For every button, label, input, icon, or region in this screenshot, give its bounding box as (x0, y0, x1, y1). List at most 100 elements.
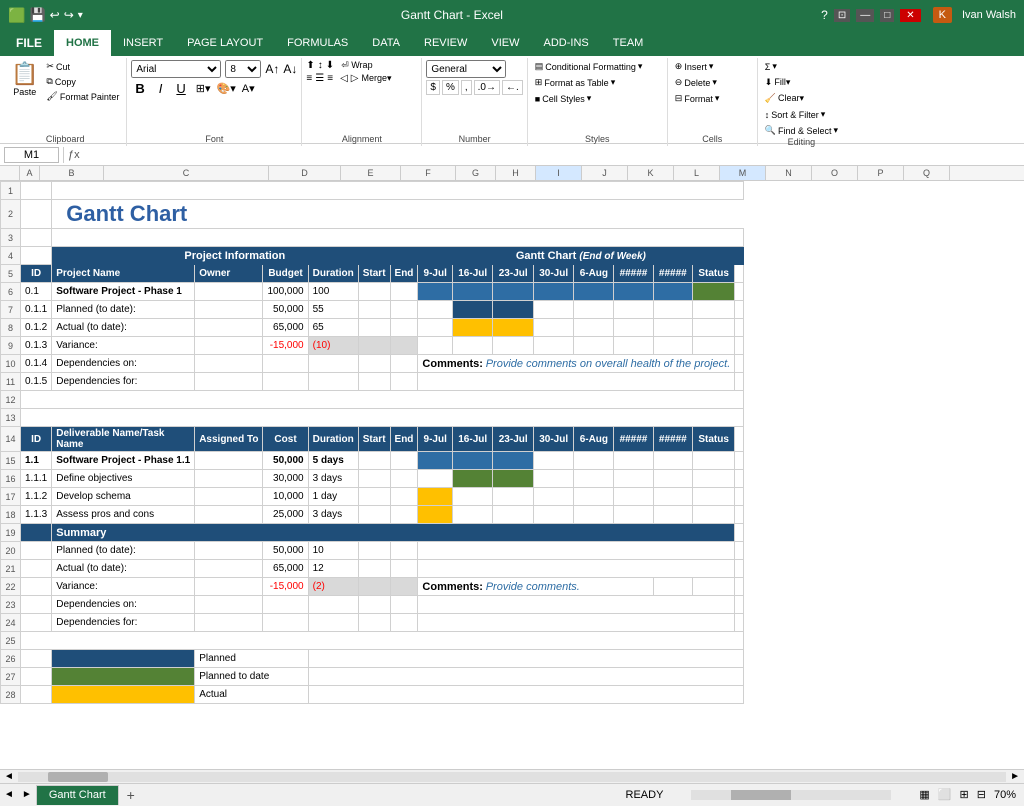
cell[interactable] (308, 650, 744, 668)
align-left-button[interactable]: ≡ (306, 73, 312, 84)
cell[interactable] (692, 319, 734, 337)
help-icon[interactable]: ? (821, 8, 828, 22)
delete-button[interactable]: ⊖ Delete ▾ (672, 76, 720, 89)
cell-duration[interactable] (308, 373, 358, 391)
cell-assigned[interactable] (195, 596, 263, 614)
cell[interactable] (735, 301, 744, 319)
cell[interactable] (52, 182, 744, 200)
tab-review[interactable]: REVIEW (412, 30, 479, 56)
name-box[interactable] (4, 147, 59, 163)
cell-end[interactable] (390, 301, 418, 319)
cell-cost[interactable]: -15,000 (263, 578, 308, 596)
cell[interactable] (21, 560, 52, 578)
cell[interactable] (52, 229, 744, 247)
cell[interactable] (653, 578, 692, 596)
cell[interactable] (418, 614, 735, 632)
cell-end[interactable] (390, 373, 418, 391)
increase-font-icon[interactable]: A↑ (265, 62, 279, 76)
cell-end[interactable] (390, 506, 418, 524)
cell-name[interactable]: Planned (to date): (52, 542, 195, 560)
redo-icon[interactable]: ↪ (64, 8, 74, 22)
cell[interactable] (735, 596, 744, 614)
cell[interactable] (21, 650, 52, 668)
cell[interactable] (418, 542, 735, 560)
cell-duration[interactable]: 12 (308, 560, 358, 578)
cell[interactable] (358, 542, 390, 560)
cell-cost[interactable]: 25,000 (263, 506, 308, 524)
cell[interactable] (735, 265, 744, 283)
cell-end[interactable] (390, 470, 418, 488)
scroll-sheets-right[interactable]: ► (18, 789, 36, 800)
cell-styles-button[interactable]: ■ Cell Styles ▾ (532, 92, 594, 105)
cell[interactable] (21, 578, 52, 596)
cell[interactable] (21, 596, 52, 614)
cell[interactable] (390, 560, 418, 578)
format-as-table-button[interactable]: ⊞ Format as Table ▾ (532, 76, 618, 89)
cell[interactable] (390, 596, 418, 614)
scroll-right-icon[interactable]: ► (1006, 771, 1024, 782)
percent-button[interactable]: % (442, 80, 459, 95)
cell-duration[interactable]: 3 days (308, 506, 358, 524)
scroll-left-icon[interactable]: ◄ (0, 771, 18, 782)
cell[interactable] (21, 247, 52, 265)
cell[interactable] (692, 578, 734, 596)
cell-duration[interactable] (308, 596, 358, 614)
cell-duration[interactable]: (2) (308, 578, 358, 596)
scroll-sheets-left[interactable]: ◄ (0, 789, 18, 800)
cell-start[interactable] (358, 301, 390, 319)
cell[interactable] (692, 470, 734, 488)
cell-name[interactable]: Dependencies for: (52, 373, 195, 391)
cell-id[interactable]: 1.1 (21, 452, 52, 470)
view-layout-icon[interactable]: ⊞ (960, 788, 969, 801)
hscroll[interactable] (691, 790, 891, 800)
cell-start[interactable] (358, 373, 390, 391)
cell-end[interactable] (390, 488, 418, 506)
cell-start[interactable] (358, 283, 390, 301)
cell-cost[interactable]: 30,000 (263, 470, 308, 488)
wrap-text-button[interactable]: ⏎ Wrap (341, 60, 372, 71)
cell-owner[interactable] (195, 319, 263, 337)
cell[interactable] (735, 452, 744, 470)
cell[interactable] (735, 506, 744, 524)
autosum-button[interactable]: Σ ▾ (762, 60, 780, 73)
close-icon[interactable]: ✕ (900, 9, 920, 22)
formula-input[interactable] (84, 149, 1020, 161)
cell-duration[interactable]: 55 (308, 301, 358, 319)
cell-start[interactable] (358, 337, 390, 355)
cell-start[interactable] (358, 488, 390, 506)
cell-assigned[interactable] (195, 578, 263, 596)
cell[interactable] (735, 319, 744, 337)
cell-owner[interactable] (195, 373, 263, 391)
cell-end[interactable] (390, 337, 418, 355)
cell[interactable] (390, 542, 418, 560)
maximize-icon[interactable]: □ (880, 9, 894, 22)
fill-color-button[interactable]: 🎨▾ (217, 82, 236, 95)
cell[interactable] (735, 337, 744, 355)
cell[interactable] (390, 614, 418, 632)
cell-owner[interactable] (195, 355, 263, 373)
view-normal-icon[interactable]: ⬜ (938, 788, 952, 801)
sheet-area[interactable]: A B C D E F G H I J K L M N O P Q 1 (0, 166, 1024, 769)
cell-cost[interactable] (263, 614, 308, 632)
cell-end[interactable] (390, 319, 418, 337)
cell-duration[interactable]: 65 (308, 319, 358, 337)
cell-id[interactable]: 0.1.5 (21, 373, 52, 391)
cell-cost[interactable] (263, 596, 308, 614)
cell[interactable] (358, 560, 390, 578)
decimal-increase-button[interactable]: .0→ (474, 80, 500, 95)
fill-button[interactable]: ⬇ Fill▾ (762, 76, 794, 89)
cell-end[interactable] (390, 355, 418, 373)
cell-assigned[interactable] (195, 614, 263, 632)
cell-assigned[interactable] (195, 488, 263, 506)
align-top-button[interactable]: ⬆ (306, 60, 314, 71)
tab-insert[interactable]: INSERT (111, 30, 175, 56)
cell[interactable] (735, 355, 744, 373)
align-center-button[interactable]: ☰ (315, 73, 324, 84)
cell[interactable] (390, 578, 418, 596)
cell-owner[interactable] (195, 301, 263, 319)
cut-button[interactable]: ✂ Cut (43, 60, 122, 73)
cell[interactable] (418, 373, 735, 391)
cell[interactable] (21, 409, 744, 427)
cell[interactable] (21, 632, 744, 650)
view-break-icon[interactable]: ⊟ (977, 788, 986, 801)
